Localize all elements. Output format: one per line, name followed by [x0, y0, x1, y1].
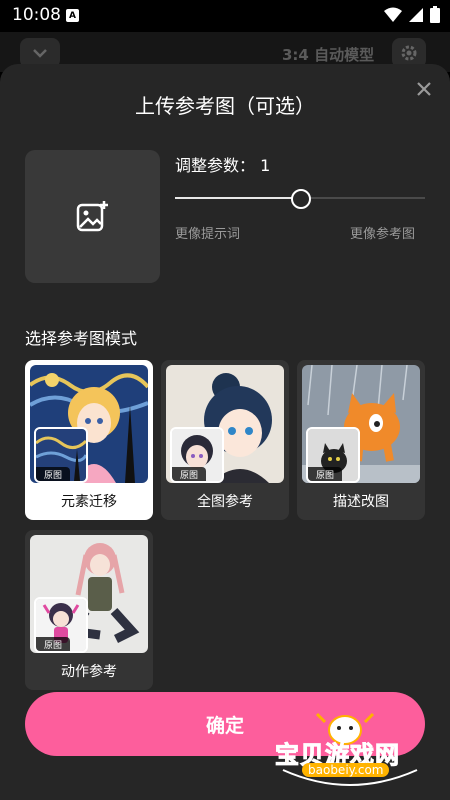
status-time: 10:08 — [12, 5, 61, 25]
original-image-thumb: 原图 — [34, 597, 88, 653]
add-image-icon — [76, 200, 108, 231]
watermark-url: baobeiy.com — [302, 763, 390, 777]
original-image-thumb: 原图 — [34, 427, 88, 483]
mode-card-element-transfer[interactable]: 原图 元素迁移 — [25, 360, 153, 520]
battery-icon — [430, 6, 440, 23]
slider-thumb[interactable] — [291, 189, 311, 209]
param-label: 调整参数： 1 — [175, 156, 271, 175]
mode-card-full-reference[interactable]: 原图 全图参考 — [161, 360, 289, 520]
mode-label: 全图参考 — [197, 494, 253, 510]
mode-preview-image: 原图 — [166, 365, 284, 483]
mode-preview-image: 原图 — [30, 365, 148, 483]
close-icon — [417, 82, 431, 96]
mode-section-title: 选择参考图模式 — [25, 329, 138, 348]
close-button[interactable] — [413, 78, 435, 100]
ratio-model-label: 3:4 自动模型 — [282, 46, 375, 64]
slider-fill — [175, 197, 300, 199]
mode-preview-image: 原图 — [30, 535, 148, 653]
notification-icon: A — [66, 9, 79, 22]
original-tag: 原图 — [36, 467, 70, 481]
system-icons — [384, 6, 440, 23]
original-tag: 原图 — [36, 637, 70, 651]
upload-image-button[interactable] — [25, 150, 160, 283]
chevron-down-icon — [33, 49, 47, 58]
hint-reference-label: 更像参考图 — [350, 227, 416, 242]
signal-icon — [409, 7, 423, 22]
mode-label: 描述改图 — [333, 494, 389, 510]
mode-preview-image: 原图 — [302, 365, 420, 483]
mode-card-describe-edit[interactable]: 原图 描述改图 — [297, 360, 425, 520]
mode-card-pose-reference[interactable]: 原图 动作参考 — [25, 530, 153, 690]
gear-icon — [401, 45, 417, 61]
param-slider[interactable] — [175, 188, 425, 209]
mode-label: 元素迁移 — [61, 494, 117, 510]
mode-label: 动作参考 — [61, 664, 117, 680]
hint-prompt-label: 更像提示词 — [175, 227, 241, 242]
original-tag: 原图 — [308, 467, 342, 481]
wifi-icon — [384, 7, 402, 22]
original-image-thumb: 原图 — [306, 427, 360, 483]
sheet-title: 上传参考图（可选） — [135, 94, 315, 118]
original-tag: 原图 — [172, 467, 206, 481]
status-bar: 10:08 A — [0, 0, 450, 32]
original-image-thumb: 原图 — [170, 427, 224, 483]
